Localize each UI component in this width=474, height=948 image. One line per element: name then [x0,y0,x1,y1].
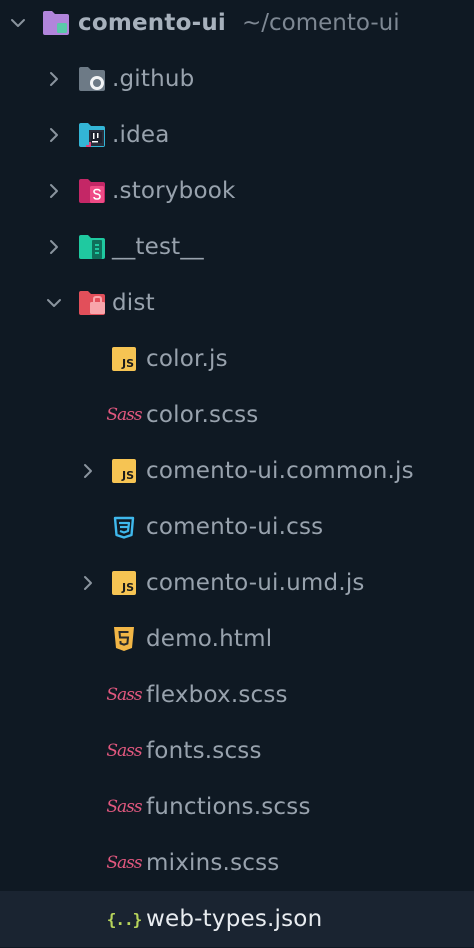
chevron-right-icon[interactable] [74,569,102,597]
tree-item-mixins-scss[interactable]: Sass mixins.scss [0,835,474,891]
tree-item-label: .idea [112,122,170,148]
chevron-right-icon[interactable] [40,233,68,261]
javascript-icon: JS [108,455,140,487]
html-icon [108,623,140,655]
sass-icon: Sass [106,685,142,705]
tree-item-web-types-json[interactable]: {..} web-types.json [0,891,474,947]
tree-item-label: comento-ui.css [146,514,324,540]
tree-item-comento-ui-css[interactable]: comento-ui.css [0,499,474,555]
tree-item-fonts-scss[interactable]: Sass fonts.scss [0,723,474,779]
sass-icon: Sass [106,741,142,761]
tree-item-github[interactable]: .github [0,51,474,107]
tree-item-label: .github [112,66,195,92]
tree-root-row[interactable]: comento-ui ~/comento-ui [0,0,474,51]
tree-item-idea[interactable]: .idea [0,107,474,163]
sass-icon: Sass [106,853,142,873]
tree-item-label: comento-ui.common.js [146,458,414,484]
chevron-down-icon[interactable] [40,289,68,317]
tree-item-label: color.js [146,346,228,372]
tree-item-label: mixins.scss [146,850,280,876]
folder-test-icon [76,231,108,263]
tree-item-label: demo.html [146,626,273,652]
tree-item-test[interactable]: __test__ [0,219,474,275]
javascript-icon: JS [108,343,140,375]
json-icon: {..} [106,909,143,929]
folder-idea-icon [76,119,108,151]
tree-item-color-js[interactable]: JS color.js [0,331,474,387]
chevron-down-icon[interactable] [4,9,32,37]
tree-item-label: comento-ui.umd.js [146,570,365,596]
tree-item-label: functions.scss [146,794,311,820]
folder-dist-icon [76,287,108,319]
sass-icon: Sass [106,797,142,817]
chevron-right-icon[interactable] [74,457,102,485]
javascript-icon: JS [108,567,140,599]
tree-item-label: fonts.scss [146,738,262,764]
root-folder-path: ~/comento-ui [242,10,400,36]
tree-item-comento-ui-common-js[interactable]: JS comento-ui.common.js [0,443,474,499]
root-folder-name: comento-ui [78,10,226,36]
tree-item-label: .storybook [112,178,236,204]
tree-item-color-scss[interactable]: Sass color.scss [0,387,474,443]
tree-item-label: color.scss [146,402,259,428]
folder-purple-icon [40,7,72,39]
tree-item-label: web-types.json [146,906,323,932]
tree-item-label: dist [112,290,155,316]
chevron-right-icon[interactable] [40,65,68,93]
sass-icon: Sass [106,405,142,425]
chevron-right-icon[interactable] [40,177,68,205]
file-explorer-tree: comento-ui ~/comento-ui .github .idea .s… [0,0,474,948]
tree-item-functions-scss[interactable]: Sass functions.scss [0,779,474,835]
chevron-right-icon[interactable] [40,121,68,149]
tree-item-storybook[interactable]: .storybook [0,163,474,219]
css-icon [108,511,140,543]
tree-item-label: flexbox.scss [146,682,288,708]
tree-item-comento-ui-umd-js[interactable]: JS comento-ui.umd.js [0,555,474,611]
folder-github-icon [76,63,108,95]
folder-storybook-icon [76,175,108,207]
tree-item-demo-html[interactable]: demo.html [0,611,474,667]
tree-item-flexbox-scss[interactable]: Sass flexbox.scss [0,667,474,723]
tree-item-dist[interactable]: dist [0,275,474,331]
tree-item-label: __test__ [112,234,204,260]
